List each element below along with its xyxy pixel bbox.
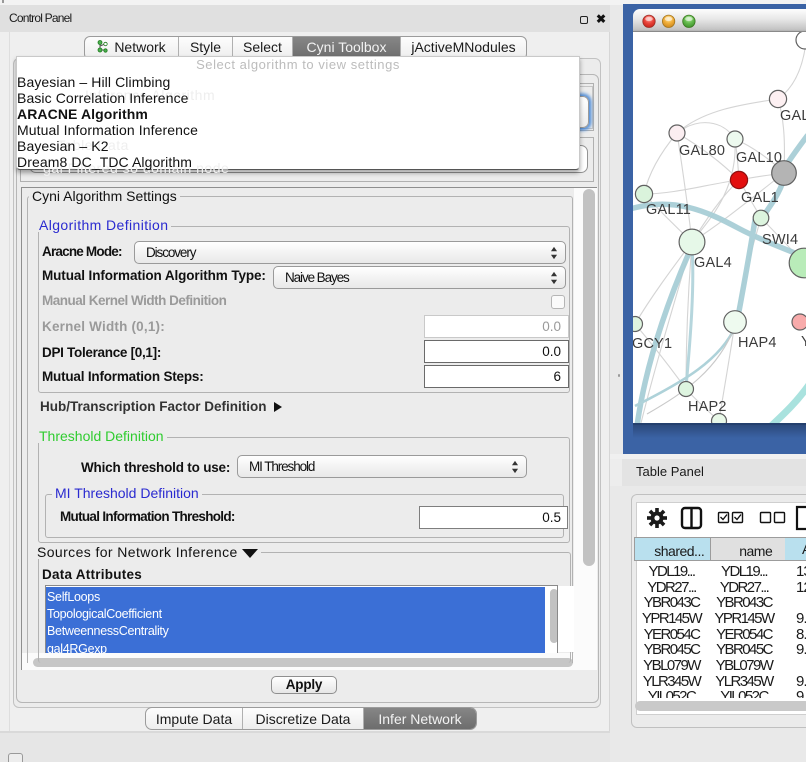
svg-text:HAP4: HAP4: [738, 335, 777, 351]
svg-text:SWI4: SWI4: [762, 232, 798, 248]
svg-text:GAL: GAL: [780, 108, 806, 124]
svg-text:GAL10: GAL10: [736, 150, 782, 166]
svg-text:GAL11: GAL11: [646, 202, 691, 218]
svg-text:HAP2: HAP2: [688, 399, 727, 415]
svg-text:GCY1: GCY1: [633, 336, 672, 352]
svg-text:GAL1: GAL1: [741, 190, 779, 206]
svg-text:Y: Y: [801, 334, 806, 350]
svg-text:GAL4: GAL4: [694, 255, 732, 271]
svg-text:GAL80: GAL80: [679, 143, 725, 159]
